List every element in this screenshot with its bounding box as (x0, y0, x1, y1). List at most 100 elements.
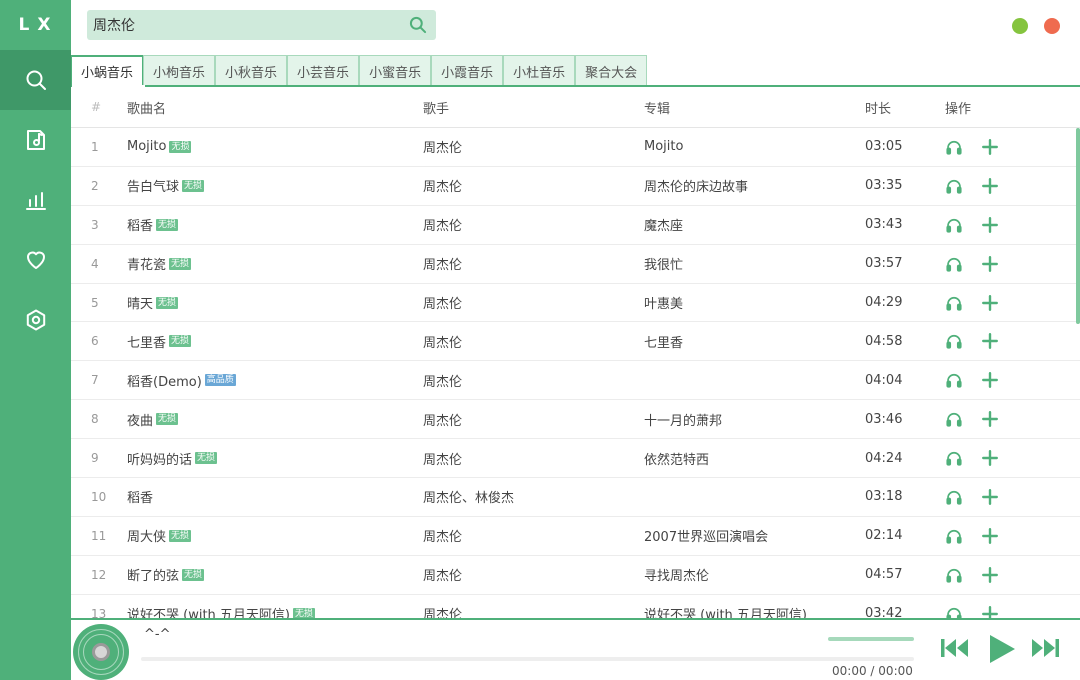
table-row[interactable]: 2 告白气球 无损 周杰伦 周杰伦的床边故事 03:35 (71, 167, 1080, 206)
volume-slider[interactable] (828, 637, 914, 641)
sidebar-item-leaderboard[interactable] (0, 170, 71, 230)
tab-source-3[interactable]: 小秋音乐 (215, 55, 288, 86)
prev-button[interactable] (940, 636, 970, 664)
singer-cell: 周杰伦 (423, 569, 463, 585)
add-button[interactable] (981, 449, 999, 467)
album-cover[interactable] (73, 624, 129, 680)
row-number: 4 (91, 256, 99, 271)
listen-button[interactable] (945, 566, 963, 584)
time-total: 00:00 (878, 664, 913, 678)
search-icon (26, 70, 46, 90)
sidebar-item-search[interactable] (0, 50, 71, 110)
table-row[interactable]: 3 稻香 无损 周杰伦 魔杰座 03:43 (71, 206, 1080, 245)
quality-badge: 无损 (182, 179, 205, 192)
singer-cell: 周杰伦 (423, 297, 463, 312)
listen-button[interactable] (945, 371, 963, 389)
singer-cell: 周杰伦 (423, 530, 463, 546)
listen-button[interactable] (945, 605, 963, 619)
table-row[interactable]: 4 青花瓷 无损 周杰伦 我很忙 03:57 (71, 245, 1080, 284)
tab-source-5[interactable]: 小蜜音乐 (359, 55, 432, 86)
listen-button[interactable] (945, 410, 963, 428)
album-cell: 周杰伦的床边故事 (644, 180, 749, 196)
add-button[interactable] (981, 371, 999, 389)
quality-badge: 无损 (169, 529, 192, 542)
add-button[interactable] (981, 138, 999, 156)
close-button[interactable] (1044, 18, 1060, 34)
song-name-cell: 告白气球 无损 (121, 176, 423, 195)
ops-cell (945, 138, 1025, 156)
add-button[interactable] (981, 527, 999, 545)
add-button[interactable] (981, 566, 999, 584)
table-row[interactable]: 12 断了的弦 无损 周杰伦 寻找周杰伦 04:57 (71, 556, 1080, 595)
quality-badge: 无损 (195, 452, 218, 465)
table-row[interactable]: 7 稻香(Demo) 高品质 周杰伦 04:04 (71, 361, 1080, 401)
listen-button[interactable] (945, 527, 963, 545)
song-name-cell: 夜曲 无损 (121, 410, 423, 429)
listen-button[interactable] (945, 332, 963, 350)
table-scrollbar[interactable] (1076, 128, 1080, 324)
duration-cell: 04:57 (865, 567, 903, 583)
headphones-icon (946, 529, 962, 544)
duration-cell: 03:57 (865, 256, 903, 272)
add-button[interactable] (981, 177, 999, 195)
table-row[interactable]: 1 Mojito 无损 周杰伦 Mojito 03:05 (71, 128, 1080, 167)
listen-button[interactable] (945, 177, 963, 195)
add-button[interactable] (981, 255, 999, 273)
table-row[interactable]: 13 说好不哭 (with 五月天阿信) 无损 周杰伦 说好不哭 (with 五月… (71, 595, 1080, 619)
add-button[interactable] (981, 605, 999, 619)
headphones-icon (946, 296, 962, 311)
table-row[interactable]: 10 稻香 周杰伦、林俊杰 03:18 (71, 478, 1080, 517)
ops-cell (945, 527, 1025, 545)
quality-badge: 无损 (156, 218, 179, 231)
tab-source-7[interactable]: 小杜音乐 (503, 55, 576, 86)
quality-badge: 无损 (156, 296, 179, 309)
table-row[interactable]: 11 周大侠 无损 周杰伦 2007世界巡回演唱会 02:14 (71, 517, 1080, 556)
tab-source-1[interactable]: 小蜗音乐 (71, 55, 144, 86)
headphones-icon (946, 140, 962, 155)
table-row[interactable]: 8 夜曲 无损 周杰伦 十一月的萧邦 03:46 (71, 400, 1080, 440)
tab-source-2[interactable]: 小枸音乐 (143, 55, 216, 86)
listen-button[interactable] (945, 488, 963, 506)
singer-cell: 周杰伦 (423, 413, 463, 429)
listen-button[interactable] (945, 449, 963, 467)
song-name-cell: 说好不哭 (with 五月天阿信) 无损 (121, 604, 423, 619)
tab-source-4[interactable]: 小芸音乐 (287, 55, 360, 86)
listen-button[interactable] (945, 138, 963, 156)
add-button[interactable] (981, 488, 999, 506)
ops-cell (945, 488, 1025, 506)
play-button[interactable] (988, 634, 1016, 668)
sidebar-item-settings[interactable] (0, 290, 71, 350)
singer-cell: 周杰伦 (423, 452, 463, 468)
progress-bar[interactable] (141, 657, 914, 661)
next-button[interactable] (1030, 636, 1060, 664)
search-input[interactable] (93, 17, 408, 33)
gear-icon (26, 309, 45, 331)
add-button[interactable] (981, 410, 999, 428)
table-row[interactable]: 6 七里香 无损 周杰伦 七里香 04:58 (71, 322, 1080, 362)
listen-button[interactable] (945, 294, 963, 312)
quality-badge: 无损 (169, 335, 192, 348)
duration-cell: 04:58 (865, 333, 903, 349)
sidebar-item-favorites[interactable] (0, 230, 71, 290)
table-row[interactable]: 9 听妈妈的话 无损 周杰伦 依然范特西 04:24 (71, 439, 1080, 479)
search-button-icon[interactable] (408, 15, 428, 35)
album-cell: 七里香 (644, 335, 684, 351)
album-cell: 魔杰座 (644, 219, 684, 235)
add-button[interactable] (981, 332, 999, 350)
add-button[interactable] (981, 294, 999, 312)
listen-button[interactable] (945, 216, 963, 234)
add-button[interactable] (981, 216, 999, 234)
tab-source-6[interactable]: 小霞音乐 (431, 55, 504, 86)
plus-icon (982, 489, 998, 505)
ops-cell (945, 255, 1025, 273)
album-cell: 说好不哭 (with 五月天阿信) (644, 608, 807, 619)
listen-button[interactable] (945, 255, 963, 273)
song-name: 晴天 (127, 297, 154, 312)
tab-aggregate[interactable]: 聚合大会 (575, 55, 648, 86)
headphones-icon (946, 451, 962, 466)
song-name-cell: 稻香(Demo) 高品质 (121, 371, 423, 390)
table-row[interactable]: 5 晴天 无损 周杰伦 叶惠美 04:29 (71, 284, 1080, 323)
play-icon (990, 635, 1015, 663)
minimize-button[interactable] (1012, 18, 1028, 34)
sidebar-item-song-list[interactable] (0, 110, 71, 170)
